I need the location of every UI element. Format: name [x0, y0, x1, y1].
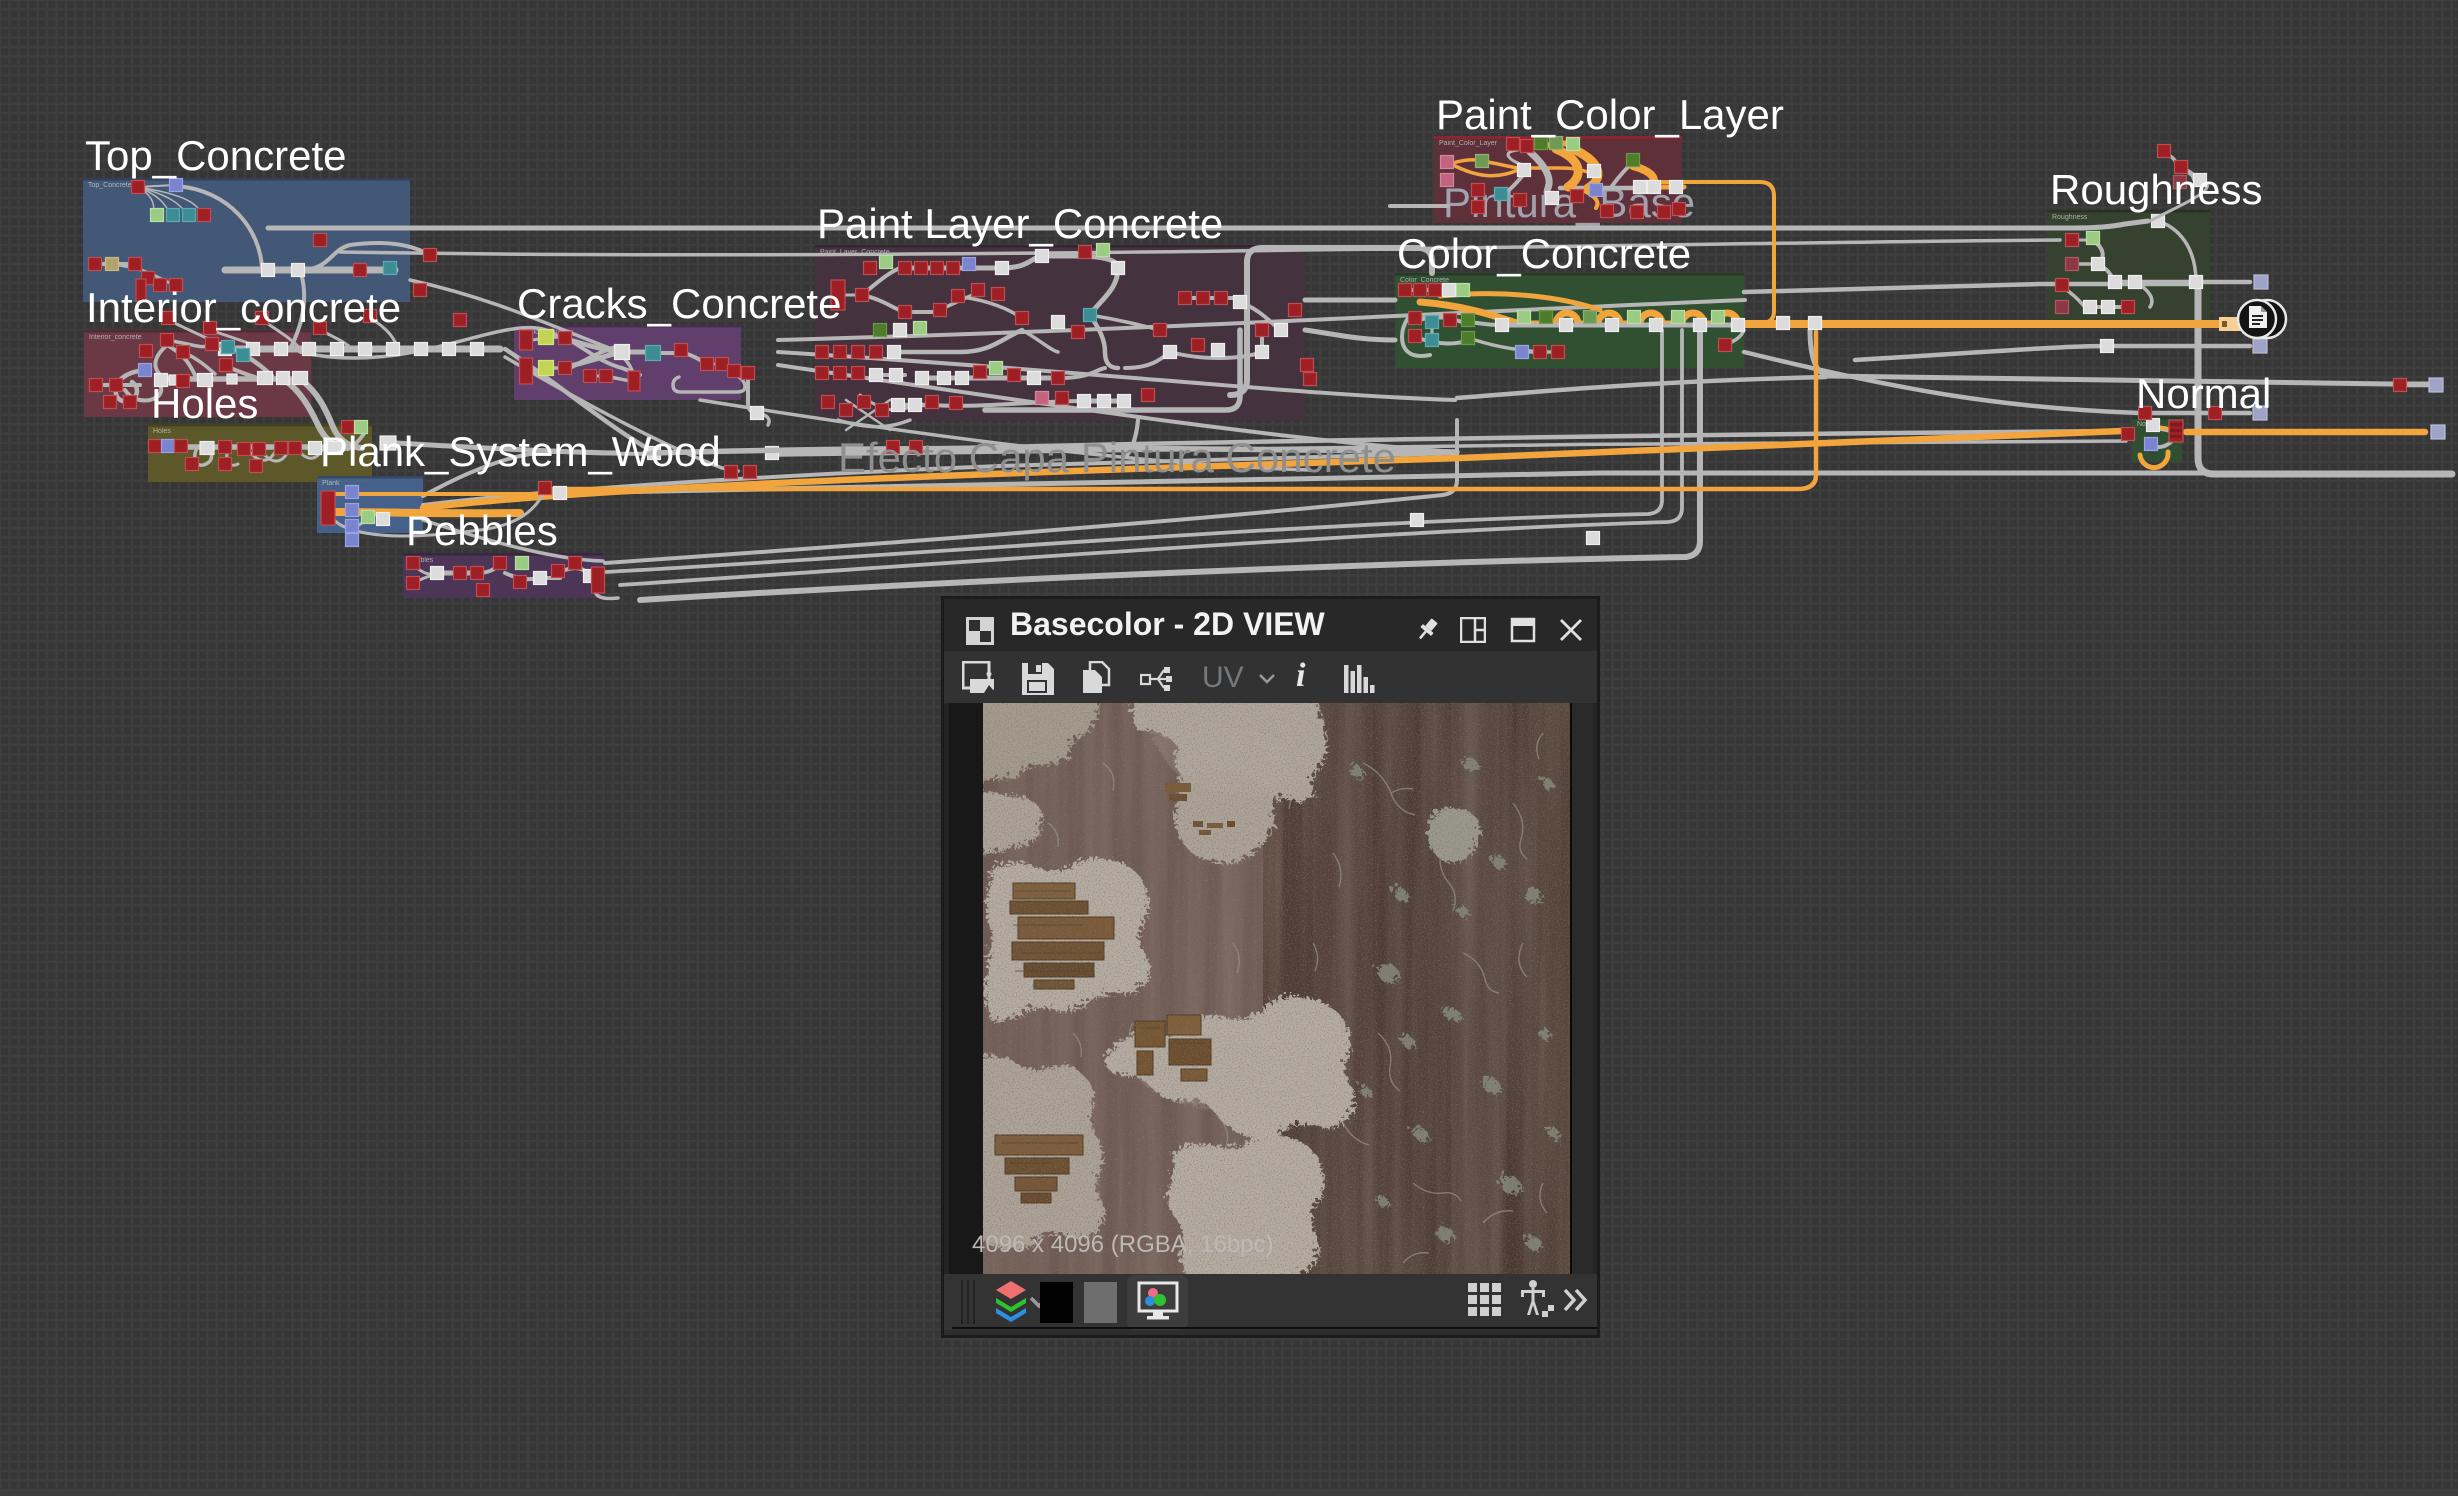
svg-text:Paint_Color_Layer: Paint_Color_Layer	[1439, 140, 1498, 147]
svg-text:Normal: Normal	[2136, 370, 2271, 417]
svg-text:Interior_concrete: Interior_concrete	[86, 284, 401, 331]
svg-text:Top_Concrete: Top_Concrete	[88, 182, 132, 189]
svg-text:Efecto Capa Pintura Concrete: Efecto Capa Pintura Concrete	[838, 434, 1396, 481]
svg-text:Pebbles: Pebbles	[406, 507, 558, 554]
svg-text:Paint Layer_Concrete: Paint Layer_Concrete	[817, 200, 1223, 247]
svg-text:Plank_System_Wood: Plank_System_Wood	[320, 428, 721, 475]
svg-text:Holes: Holes	[151, 380, 258, 427]
svg-text:Color_Concrete: Color_Concrete	[1397, 230, 1691, 277]
svg-text:Cracks_Concrete: Cracks_Concrete	[517, 280, 841, 327]
svg-text:Interior_concrete: Interior_concrete	[89, 334, 142, 341]
svg-text:Plank: Plank	[322, 480, 340, 487]
svg-text:Paint_Color_Layer: Paint_Color_Layer	[1436, 91, 1784, 138]
svg-text:Holes: Holes	[153, 428, 171, 435]
svg-text:Top_Concrete: Top_Concrete	[85, 132, 347, 179]
svg-text:Roughness: Roughness	[2052, 214, 2088, 221]
svg-text:Roughness: Roughness	[2050, 166, 2262, 213]
